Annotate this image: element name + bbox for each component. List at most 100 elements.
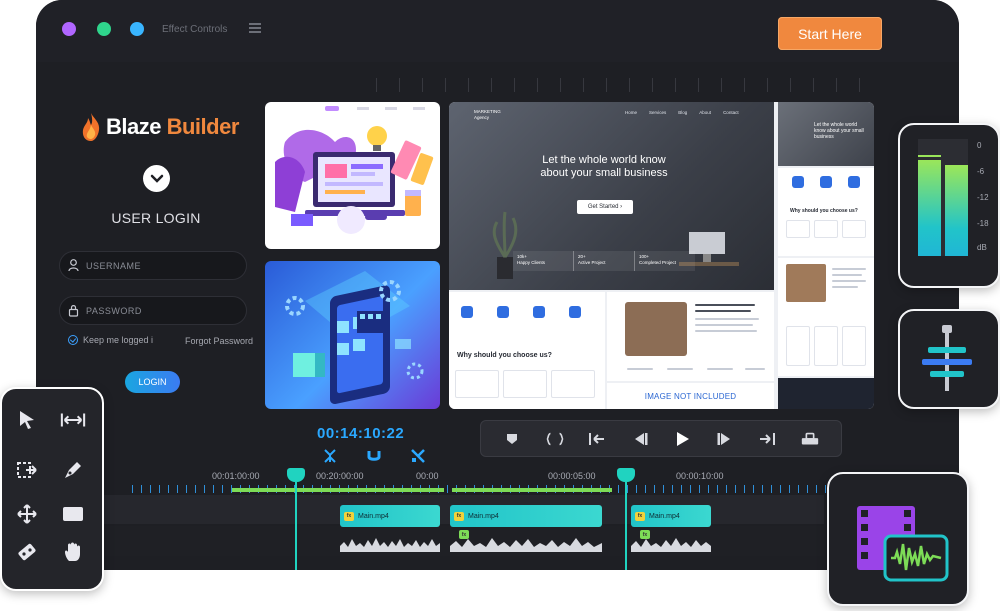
preview-nav-item[interactable]: Contact: [723, 110, 739, 115]
playhead-handle[interactable]: [617, 468, 635, 482]
remember-me[interactable]: Keep me logged i: [68, 335, 153, 345]
magnet-icon[interactable]: [366, 448, 382, 464]
stat-item: 100+ Completed Project: [639, 254, 677, 265]
why-choose-heading: Why should you choose us?: [457, 352, 552, 359]
meter-scale-label: -18: [977, 219, 989, 228]
ripple-trim-icon[interactable]: [60, 407, 86, 433]
video-clip[interactable]: fx Main.mp4: [450, 505, 602, 527]
preview-nav: Home Services Blog About Contact: [625, 110, 739, 115]
audio-waveform[interactable]: [631, 534, 711, 552]
audio-waveform[interactable]: [340, 534, 440, 552]
playhead-handle[interactable]: [287, 468, 305, 482]
go-to-in-icon[interactable]: [587, 430, 607, 448]
timeline-label: 00:00:05:00: [548, 471, 596, 481]
play-icon[interactable]: [672, 430, 692, 448]
preview-headline: Let the whole world know about your smal…: [540, 154, 668, 179]
timeline-label: 00:20:00:00: [316, 471, 364, 481]
playhead-line[interactable]: [625, 480, 627, 570]
chevron-down-icon[interactable]: [143, 165, 170, 192]
illustration-thumbnail-2[interactable]: [265, 261, 440, 409]
stat-item: 10k+ Happy Clients: [513, 251, 574, 271]
video-clip[interactable]: fx Main.mp4: [340, 505, 440, 527]
password-placeholder: PASSWORD: [86, 305, 142, 316]
timeline-label: 00:01:00:00: [212, 471, 260, 481]
meter-scale-label: 0: [977, 141, 982, 150]
mixer-panel: [898, 309, 1000, 409]
password-field[interactable]: PASSWORD: [59, 296, 247, 325]
tools-panel: [0, 387, 104, 591]
marker-icon[interactable]: [502, 430, 522, 448]
window-title: Effect Controls: [162, 24, 228, 35]
window-dot-blue[interactable]: [130, 22, 144, 36]
flame-icon: [82, 113, 100, 141]
ripple-edit-icon[interactable]: [322, 448, 338, 464]
step-back-icon[interactable]: [630, 430, 650, 448]
user-icon: [68, 259, 79, 272]
login-heading: USER LOGIN: [111, 210, 201, 226]
login-button[interactable]: LOGIN: [125, 371, 180, 393]
hand-tool-icon[interactable]: [60, 539, 86, 565]
preview-right-section: Why should you choose us?: [778, 168, 874, 256]
preview-nav-item[interactable]: Services: [649, 110, 666, 115]
selection-arrow-icon[interactable]: [14, 407, 40, 433]
start-here-button[interactable]: Start Here: [778, 17, 882, 50]
stat-item: 20+ Active Project: [574, 251, 635, 271]
track-select-icon[interactable]: [14, 457, 40, 483]
playhead-line[interactable]: [295, 480, 297, 570]
audio-meter-panel: 0 -6 -12 -18 dB: [898, 123, 1000, 288]
slip-tool-icon[interactable]: [14, 539, 40, 565]
move-icon[interactable]: [14, 501, 40, 527]
illustration-thumbnail-1[interactable]: [265, 102, 440, 249]
go-to-out-icon[interactable]: [757, 430, 777, 448]
step-forward-icon[interactable]: [715, 430, 735, 448]
work-area-bar[interactable]: [452, 488, 612, 492]
preview-nav-item[interactable]: Blog: [678, 110, 687, 115]
preview-agency-label: MARKETING Agency: [474, 109, 501, 120]
brand-logo: Blaze Builder: [80, 112, 239, 142]
timeline-label: 00:00:10:00: [676, 471, 724, 481]
brand-word-1: Blaze: [106, 114, 161, 139]
preview-stats: 10k+ Happy Clients 20+ Active Project 100+…: [513, 251, 695, 271]
username-field[interactable]: USERNAME: [59, 251, 247, 280]
razor-icon[interactable]: [410, 448, 426, 464]
align-center-icon[interactable]: [900, 311, 998, 407]
fx-badge: fx: [344, 511, 354, 521]
preview-footer: [778, 378, 874, 409]
preview-nav-item[interactable]: About: [699, 110, 711, 115]
meter-bar-left: [918, 160, 941, 256]
audio-waveform[interactable]: [450, 534, 602, 552]
top-ruler: [376, 78, 876, 92]
rectangle-tool-icon[interactable]: [60, 501, 86, 527]
forgot-password-link[interactable]: Forgot Password: [185, 336, 253, 346]
work-area-bar[interactable]: [232, 488, 444, 492]
checkbox-checked-icon[interactable]: [68, 335, 78, 345]
transport-controls: [480, 420, 842, 457]
preview-about-section: [607, 292, 774, 381]
lock-icon: [68, 305, 79, 317]
video-audio-media-icon[interactable]: [829, 474, 967, 604]
app-isometric-illustration: [285, 271, 424, 405]
meter-peak-left: [918, 155, 941, 157]
timecode-display: 00:14:10:22: [317, 425, 405, 442]
window-dot-purple[interactable]: [62, 22, 76, 36]
preview-hero: MARKETING Agency Home Services Blog Abou…: [449, 102, 774, 290]
get-started-button[interactable]: Get Started ›: [577, 200, 633, 214]
remember-label: Keep me logged i: [83, 335, 154, 345]
preview-right-hero: Let the whole world know about your smal…: [778, 102, 874, 166]
timeline-tools: [322, 448, 426, 464]
clip-label: Main.mp4: [649, 512, 680, 520]
menu-icon[interactable]: [249, 23, 261, 33]
window-dot-green[interactable]: [97, 22, 111, 36]
website-preview[interactable]: MARKETING Agency Home Services Blog Abou…: [449, 102, 874, 409]
media-panel: [827, 472, 969, 606]
workspace-illustration: [275, 106, 434, 234]
meter-bar-right: [945, 166, 968, 256]
in-out-brackets-icon[interactable]: [545, 430, 565, 448]
fx-badge: fx: [454, 511, 464, 521]
image-not-included-label: IMAGE NOT INCLUDED: [607, 383, 774, 409]
pen-tool-icon[interactable]: [60, 457, 86, 483]
preview-nav-item[interactable]: Home: [625, 110, 637, 115]
video-clip[interactable]: fx Main.mp4: [631, 505, 711, 527]
export-frame-icon[interactable]: [800, 430, 820, 448]
clip-label: Main.mp4: [358, 512, 389, 520]
